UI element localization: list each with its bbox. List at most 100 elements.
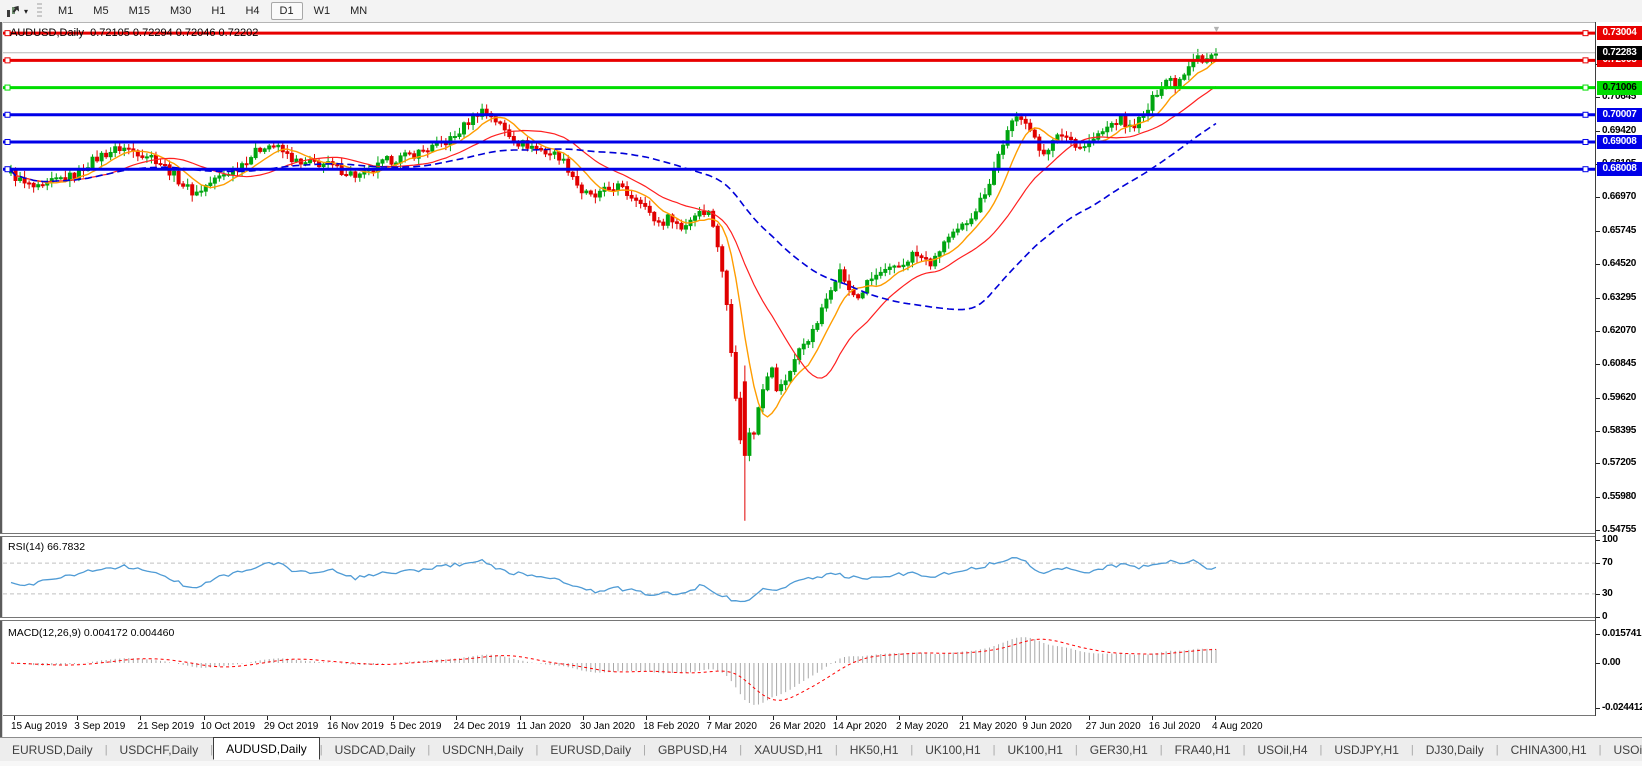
- time-tick-mark: [1215, 716, 1216, 720]
- price-tick-0.62070-mark: [1596, 331, 1600, 332]
- chart-tab-dj30-daily[interactable]: DJ30,Daily: [1414, 740, 1496, 760]
- macd-tick--0.024412-mark: [1596, 708, 1600, 709]
- time-label: 7 Mar 2020: [706, 721, 757, 732]
- chart-tab-gbpusd-h4[interactable]: GBPUSD,H4: [646, 740, 739, 760]
- macd-pane-canvas[interactable]: [3, 621, 1595, 714]
- time-label: 11 Jan 2020: [517, 721, 571, 732]
- time-label: 30 Jan 2020: [580, 721, 635, 732]
- rsi-tick-100-mark: [1596, 540, 1600, 541]
- time-tick-mark: [583, 716, 584, 720]
- time-tick-mark: [140, 716, 141, 720]
- time-tick-mark: [1025, 716, 1026, 720]
- chart-tab-uk100-h1[interactable]: UK100,H1: [996, 740, 1075, 760]
- time-label: 2 May 2020: [896, 721, 948, 732]
- chart-tab-bar: EURUSD,Daily|USDCHF,Daily|AUDUSD,Daily|U…: [0, 737, 1642, 762]
- timeframe-button-m15[interactable]: M15: [120, 2, 159, 20]
- chart-tab-audusd-daily[interactable]: AUDUSD,Daily: [213, 737, 320, 760]
- time-tick-mark: [709, 716, 710, 720]
- time-tick-mark: [520, 716, 521, 720]
- timeframe-button-m30[interactable]: M30: [161, 2, 200, 20]
- timeframe-button-w1[interactable]: W1: [305, 2, 340, 20]
- time-label: 9 Jun 2020: [1022, 721, 1072, 732]
- time-label: 16 Jul 2020: [1149, 721, 1201, 732]
- rsi-tick-0-mark: [1596, 617, 1600, 618]
- price-tick-0.55980-mark: [1596, 497, 1600, 498]
- time-label: 3 Sep 2019: [74, 721, 125, 732]
- dropdown-caret-icon[interactable]: ▾: [24, 7, 28, 16]
- timeframe-button-h1[interactable]: H1: [202, 2, 234, 20]
- level-price-badge-0.70007: 0.70007: [1597, 108, 1642, 122]
- timeframe-button-h4[interactable]: H4: [236, 2, 268, 20]
- chart-tab-usdcad-daily[interactable]: USDCAD,Daily: [323, 740, 428, 760]
- price-tick-0.64520-mark: [1596, 264, 1600, 265]
- time-label: 18 Feb 2020: [643, 721, 699, 732]
- timeframe-button-mn[interactable]: MN: [341, 2, 376, 20]
- time-tick-mark: [14, 716, 15, 720]
- chart-tab-usdchf-daily[interactable]: USDCHF,Daily: [108, 740, 211, 760]
- time-label: 10 Oct 2019: [201, 721, 255, 732]
- macd-tick--0.024412: -0.024412: [1602, 702, 1642, 713]
- price-tick-0.64520: 0.64520: [1602, 258, 1636, 269]
- macd-tick-0.00: 0.00: [1602, 657, 1620, 668]
- time-label: 26 Mar 2020: [770, 721, 826, 732]
- price-tick-0.58395: 0.58395: [1602, 425, 1636, 436]
- time-label: 21 May 2020: [959, 721, 1017, 732]
- level-price-badge-0.69008: 0.69008: [1597, 135, 1642, 149]
- chart-tab-ger30-h1[interactable]: GER30,H1: [1078, 740, 1160, 760]
- price-axis[interactable]: 0.718700.706450.694200.681950.669700.657…: [1595, 22, 1642, 716]
- price-tick-0.60845: 0.60845: [1602, 358, 1636, 369]
- chart-tab-eurusd-daily[interactable]: EURUSD,Daily: [538, 740, 643, 760]
- macd-indicator-label: MACD(12,26,9) 0.004172 0.004460: [8, 627, 174, 639]
- chart-symbol-label: AUDUSD,Daily: [10, 27, 84, 39]
- price-tick-0.69420-mark: [1596, 131, 1600, 132]
- rsi-tick-30-mark: [1596, 594, 1600, 595]
- time-axis[interactable]: 15 Aug 20193 Sep 201921 Sep 201910 Oct 2…: [3, 715, 1595, 738]
- chart-tab-usoil-h1[interactable]: USOil,H1: [1602, 740, 1642, 760]
- timeframe-toolbar: ▾ M1M5M15M30H1H4D1W1MN: [0, 0, 1642, 23]
- chart-tab-eurusd-daily[interactable]: EURUSD,Daily: [0, 740, 105, 760]
- pane-splitter-macd[interactable]: [0, 617, 1642, 621]
- time-tick-mark: [1152, 716, 1153, 720]
- chart-tab-uk100-h1[interactable]: UK100,H1: [913, 740, 992, 760]
- price-tick-0.65745-mark: [1596, 231, 1600, 232]
- time-label: 29 Oct 2019: [264, 721, 318, 732]
- level-price-badge-0.68008: 0.68008: [1597, 162, 1642, 176]
- timeframe-button-m5[interactable]: M5: [84, 2, 117, 20]
- rsi-tick-70: 70: [1602, 557, 1613, 568]
- time-label: 15 Aug 2019: [11, 721, 67, 732]
- rsi-tick-30: 30: [1602, 588, 1613, 599]
- price-tick-0.57205: 0.57205: [1602, 457, 1636, 468]
- pane-splitter-rsi[interactable]: [0, 533, 1642, 537]
- time-label: 24 Dec 2019: [453, 721, 510, 732]
- time-tick-mark: [836, 716, 837, 720]
- chart-tab-usdjpy-h1[interactable]: USDJPY,H1: [1322, 740, 1410, 760]
- price-tick-0.63295: 0.63295: [1602, 292, 1636, 303]
- time-label: 4 Aug 2020: [1212, 721, 1263, 732]
- cursor-tool-icon[interactable]: [3, 3, 23, 19]
- rsi-tick-100: 100: [1602, 534, 1618, 545]
- terminal-window: ▾ M1M5M15M30H1H4D1W1MN AUDUSD,Daily 0.72…: [0, 0, 1642, 766]
- time-tick-mark: [1089, 716, 1090, 720]
- chart-tab-china300-h1[interactable]: CHINA300,H1: [1499, 740, 1599, 760]
- current-price-badge: 0.72283: [1597, 46, 1642, 60]
- chart-tab-xauusd-h1[interactable]: XAUUSD,H1: [742, 740, 835, 760]
- price-tick-0.60845-mark: [1596, 364, 1600, 365]
- timeframe-button-d1[interactable]: D1: [271, 2, 303, 20]
- price-pane-canvas[interactable]: [3, 24, 1595, 533]
- chart-shift-triangle-icon[interactable]: ▼: [1212, 24, 1221, 34]
- time-tick-mark: [77, 716, 78, 720]
- rsi-pane-canvas[interactable]: [3, 537, 1595, 617]
- level-price-badge-0.71006: 0.71006: [1597, 81, 1642, 95]
- chart-tab-hk50-h1[interactable]: HK50,H1: [838, 740, 911, 760]
- price-tick-0.54755-mark: [1596, 530, 1600, 531]
- time-tick-mark: [330, 716, 331, 720]
- chart-tab-usoil-h4[interactable]: USOil,H4: [1246, 740, 1320, 760]
- time-label: 27 Jun 2020: [1086, 721, 1141, 732]
- level-price-badge-0.73004: 0.73004: [1597, 26, 1642, 40]
- macd-tick-0.015741-mark: [1596, 634, 1600, 635]
- timeframe-button-m1[interactable]: M1: [49, 2, 82, 20]
- chart-tab-usdcnh-daily[interactable]: USDCNH,Daily: [430, 740, 535, 760]
- time-tick-mark: [267, 716, 268, 720]
- chart-tab-fra40-h1[interactable]: FRA40,H1: [1163, 740, 1243, 760]
- price-tick-0.59620: 0.59620: [1602, 392, 1636, 403]
